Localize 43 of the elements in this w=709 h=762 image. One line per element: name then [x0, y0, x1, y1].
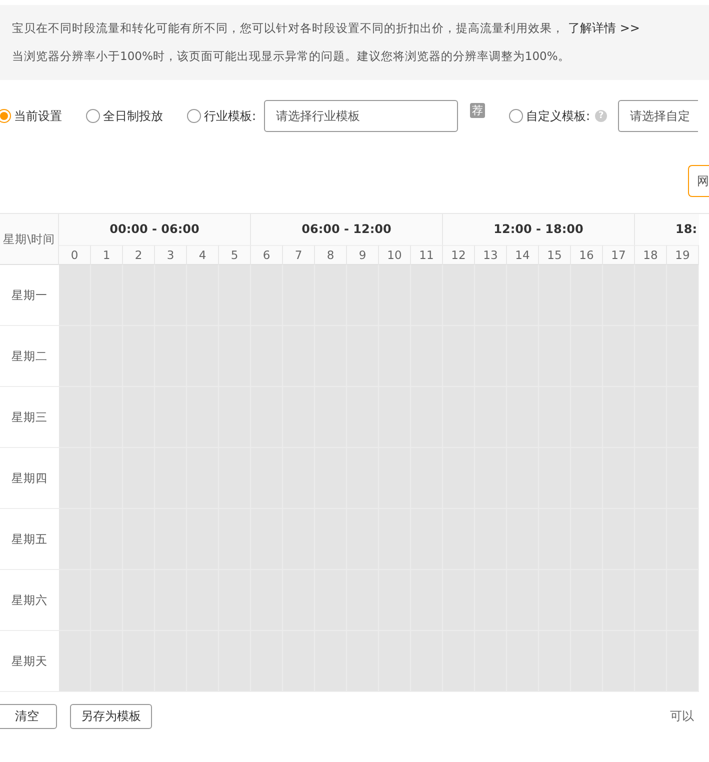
hour-header: 14	[507, 245, 539, 265]
hour-header: 9	[347, 245, 379, 265]
hour-header: 8	[315, 245, 347, 265]
hour-header: 1	[91, 245, 123, 265]
hour-header: 11	[411, 245, 443, 265]
hour-header: 19	[667, 245, 699, 265]
radio-button[interactable]	[0, 109, 11, 123]
option-label[interactable]: 全日制投放	[103, 108, 163, 124]
footer-button[interactable]: 另存为模板	[70, 704, 152, 728]
time-range-header: 18:	[635, 214, 699, 245]
option-label[interactable]: 当前设置	[14, 108, 62, 124]
hour-header: 2	[123, 245, 155, 265]
radio-button[interactable]	[187, 109, 201, 123]
hour-header: 12	[443, 245, 475, 265]
hour-header: 3	[155, 245, 187, 265]
corner-header: 星期\时间	[0, 214, 59, 265]
hour-header: 6	[251, 245, 283, 265]
footer-button[interactable]: 清空	[0, 704, 57, 728]
notice-text: 当浏览器分辨率小于100%时，该页面可能出现显示异常的问题。建议您将浏览器的分辨率调整为100%。	[12, 49, 570, 63]
hour-header: 7	[283, 245, 315, 265]
template-select[interactable]: 请选择行业模板	[264, 100, 458, 132]
time-range-header: 00:00 - 06:00	[59, 214, 251, 245]
hint-text: 可以	[670, 708, 695, 724]
recommend-badge: 荐	[470, 102, 486, 118]
hour-header: 18	[635, 245, 667, 265]
toolbar-button[interactable]: 网	[688, 165, 709, 197]
option-label[interactable]: 自定义模板:	[526, 108, 590, 124]
hour-header: 5	[219, 245, 251, 265]
notice-text: 宝贝在不同时段流量和转化可能有所不同，您可以针对各时段设置不同的折扣出价，提高流量利用效果，	[12, 21, 564, 35]
hour-header: 16	[571, 245, 603, 265]
option-label[interactable]: 行业模板:	[204, 108, 256, 124]
hour-header: 13	[475, 245, 507, 265]
time-range-header: 06:00 - 12:00	[251, 214, 443, 245]
learn-more-link[interactable]: 了解详情 >>	[568, 21, 640, 35]
radio-button[interactable]	[509, 109, 524, 123]
hour-header: 0	[59, 245, 91, 265]
radio-button[interactable]	[86, 109, 100, 123]
hour-header: 15	[539, 245, 571, 265]
hour-header: 4	[187, 245, 219, 265]
template-select[interactable]: 请选择自定	[618, 100, 698, 132]
hour-header: 10	[379, 245, 411, 265]
hour-header: 17	[603, 245, 635, 265]
time-range-header: 12:00 - 18:00	[443, 214, 635, 245]
